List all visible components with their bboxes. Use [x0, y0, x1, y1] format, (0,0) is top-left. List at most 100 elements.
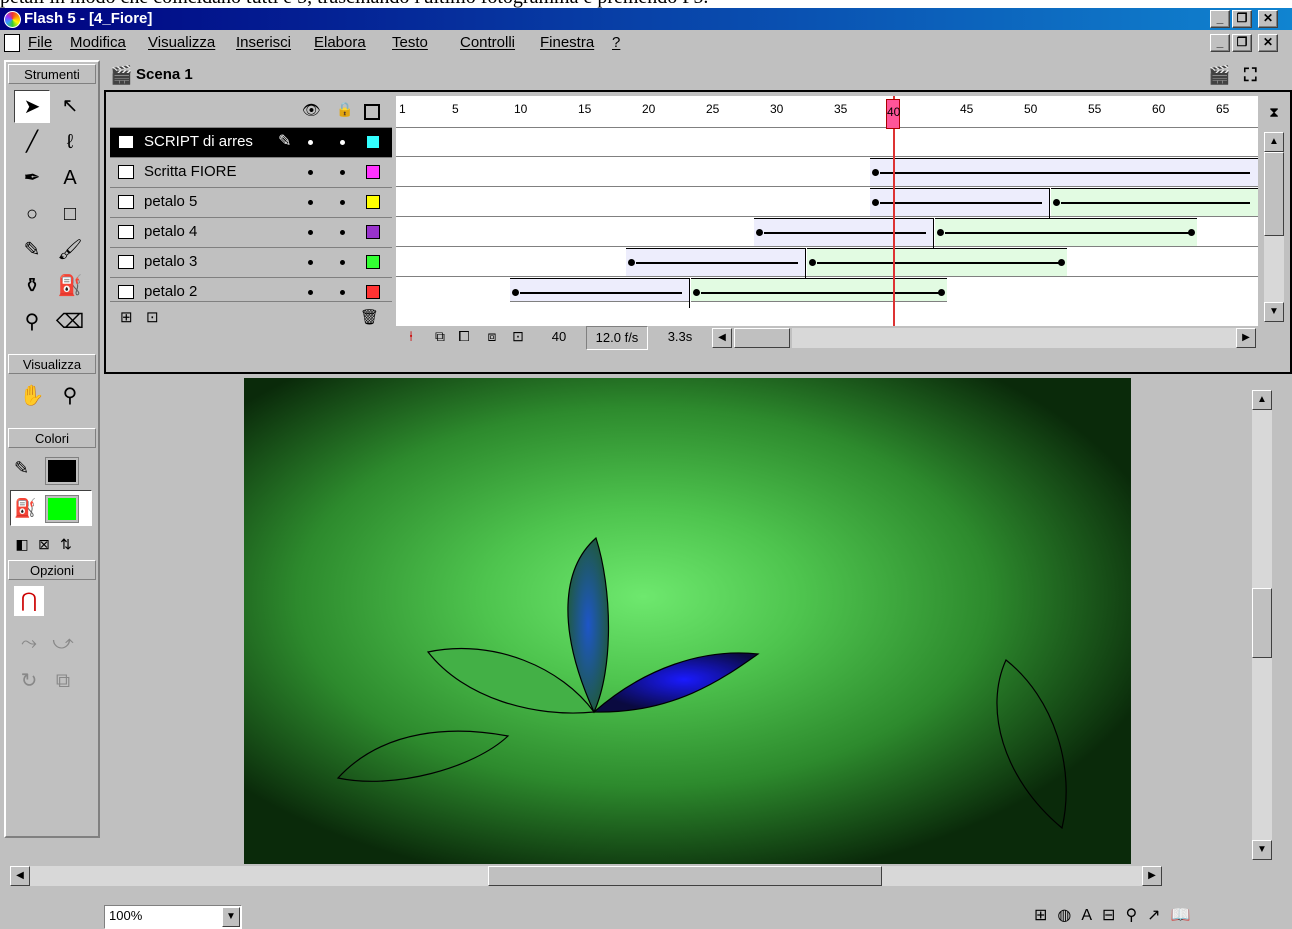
restore-button[interactable]: ❐ [1232, 10, 1252, 28]
visibility-dot[interactable] [308, 230, 313, 235]
text-tool-icon[interactable]: A [52, 162, 88, 195]
ink-bottle-tool-icon[interactable]: ⚱ [14, 270, 50, 303]
shape-tween[interactable] [691, 278, 947, 302]
layer-row[interactable]: petalo 5 [110, 188, 392, 218]
swap-colors-icon[interactable]: ⇅ [56, 534, 76, 554]
menu-finestra[interactable]: Finestra [536, 30, 598, 56]
lasso-tool-icon[interactable]: ℓ [52, 126, 88, 159]
layer-row[interactable]: petalo 3 [110, 248, 392, 278]
visibility-dot[interactable] [308, 140, 313, 145]
close-button[interactable]: ✕ [1258, 10, 1278, 28]
delete-layer-icon[interactable]: 🗑 [360, 308, 380, 328]
line-tool-icon[interactable]: ╱ [14, 126, 50, 159]
visibility-dot[interactable] [308, 200, 313, 205]
edit-symbol-icon[interactable]: ⛶ [1244, 62, 1272, 88]
shape-tween[interactable] [935, 218, 1197, 247]
edit-scene-icon[interactable]: 🎬 [1208, 62, 1236, 88]
paint-bucket-tool-icon[interactable]: ⛽ [52, 270, 88, 303]
actions-panel-icon[interactable]: ↗ [1147, 907, 1170, 924]
no-color-icon[interactable]: ⊠ [34, 534, 54, 554]
minimize-button[interactable]: _ [1210, 10, 1230, 28]
stroke-color-swatch[interactable] [45, 457, 79, 485]
lock-dot[interactable] [340, 140, 345, 145]
info-panel-icon[interactable]: ⊞ [1034, 907, 1057, 924]
straighten-icon[interactable]: ⤻ [48, 628, 78, 658]
visibility-dot[interactable] [308, 290, 313, 295]
shape-tween[interactable] [807, 248, 1067, 277]
layer-row[interactable]: SCRIPT di arres ✎ [110, 128, 392, 158]
layer-color-swatch[interactable] [366, 225, 380, 239]
motion-tween[interactable] [510, 278, 690, 308]
menu-file[interactable]: File [24, 30, 56, 56]
menu-elabora[interactable]: Elabora [310, 30, 370, 56]
lock-icon[interactable]: 🔒 [336, 101, 353, 118]
zoom-dropdown-button[interactable]: ▼ [222, 907, 240, 927]
visibility-dot[interactable] [308, 260, 313, 265]
magnet-snap-icon[interactable]: ⋂ [14, 586, 44, 616]
menu-visualizza[interactable]: Visualizza [144, 30, 219, 56]
character-panel-icon[interactable]: A [1081, 907, 1102, 924]
timeline-vscroll-thumb[interactable] [1264, 152, 1284, 236]
default-colors-icon[interactable]: ◧ [12, 534, 32, 554]
stage-scroll-up-button[interactable]: ▲ [1252, 390, 1272, 410]
layer-color-swatch[interactable] [366, 195, 380, 209]
instance-panel-icon[interactable]: ⊟ [1102, 907, 1125, 924]
lock-dot[interactable] [340, 260, 345, 265]
doc-restore-button[interactable]: ❐ [1232, 34, 1252, 52]
hand-tool-icon[interactable]: ✋ [14, 380, 50, 413]
layer-color-swatch[interactable] [366, 135, 380, 149]
timeline-hscroll-track[interactable] [792, 328, 1236, 348]
visibility-dot[interactable] [308, 170, 313, 175]
library-icon[interactable]: 📖 [1171, 907, 1201, 924]
layer-row[interactable]: petalo 2 [110, 278, 392, 302]
dropper-tool-icon[interactable]: ⚲ [14, 306, 50, 339]
arrow-tool-icon[interactable]: ➤ [14, 90, 50, 123]
pen-tool-icon[interactable]: ✒ [14, 162, 50, 195]
timeline-header-icon[interactable]: ⧗ [1262, 96, 1286, 128]
stage-scroll-left-button[interactable]: ◀ [10, 866, 30, 886]
timeline-scroll-left-button[interactable]: ◀ [712, 328, 732, 348]
menu-modifica[interactable]: Modifica [66, 30, 130, 56]
motion-tween[interactable] [626, 248, 806, 278]
layer-color-swatch[interactable] [366, 255, 380, 269]
timeline-hscroll-thumb[interactable] [734, 328, 790, 348]
oval-tool-icon[interactable]: ○ [14, 198, 50, 231]
timeline-scroll-up-button[interactable]: ▲ [1264, 132, 1284, 152]
zoom-select[interactable]: 100% ▼ [104, 905, 242, 929]
center-frame-icon[interactable]: ⍿ [402, 328, 420, 348]
outline-icon[interactable] [364, 104, 380, 120]
rectangle-tool-icon[interactable]: □ [52, 198, 88, 231]
lock-dot[interactable] [340, 200, 345, 205]
scale-icon[interactable]: ⧉ [48, 666, 78, 696]
lock-dot[interactable] [340, 290, 345, 295]
layer-color-swatch[interactable] [366, 285, 380, 299]
menu-testo[interactable]: Testo [388, 30, 432, 56]
stage-vscroll-thumb[interactable] [1252, 588, 1272, 658]
stage-canvas[interactable] [244, 378, 1131, 864]
menu-help[interactable]: ? [608, 30, 624, 56]
eye-icon[interactable]: 👁 [302, 101, 321, 119]
stage-hscroll-thumb[interactable] [488, 866, 882, 886]
layer-row[interactable]: Scritta FIORE [110, 158, 392, 188]
launcher-icons[interactable]: ⊞◍A⊟⚲↗📖 [1034, 905, 1201, 925]
add-layer-icon[interactable]: ⊞ [120, 308, 140, 328]
add-guide-layer-icon[interactable]: ⊡ [146, 308, 166, 328]
onion-markers-icon[interactable]: ⊡ [508, 328, 528, 348]
edit-multiple-frames-icon[interactable]: ⧈ [482, 328, 502, 348]
mixer-panel-icon[interactable]: ◍ [1057, 907, 1081, 924]
shape-tween[interactable] [1051, 188, 1258, 217]
motion-tween[interactable] [754, 218, 934, 248]
lock-dot[interactable] [340, 170, 345, 175]
onion-skin-icon[interactable]: ⧉ [430, 328, 450, 348]
rotate-icon[interactable]: ↻ [14, 666, 44, 696]
stage-scroll-right-button[interactable]: ▶ [1142, 866, 1162, 886]
playhead-handle[interactable]: 40 [886, 99, 900, 129]
brush-tool-icon[interactable]: 🖌 [52, 234, 88, 267]
menu-inserisci[interactable]: Inserisci [232, 30, 295, 56]
layer-color-swatch[interactable] [366, 165, 380, 179]
fill-color-swatch[interactable] [45, 495, 79, 523]
eraser-tool-icon[interactable]: ⌫ [52, 306, 88, 339]
layer-row[interactable]: petalo 4 [110, 218, 392, 248]
lock-dot[interactable] [340, 230, 345, 235]
doc-close-button[interactable]: ✕ [1258, 34, 1278, 52]
